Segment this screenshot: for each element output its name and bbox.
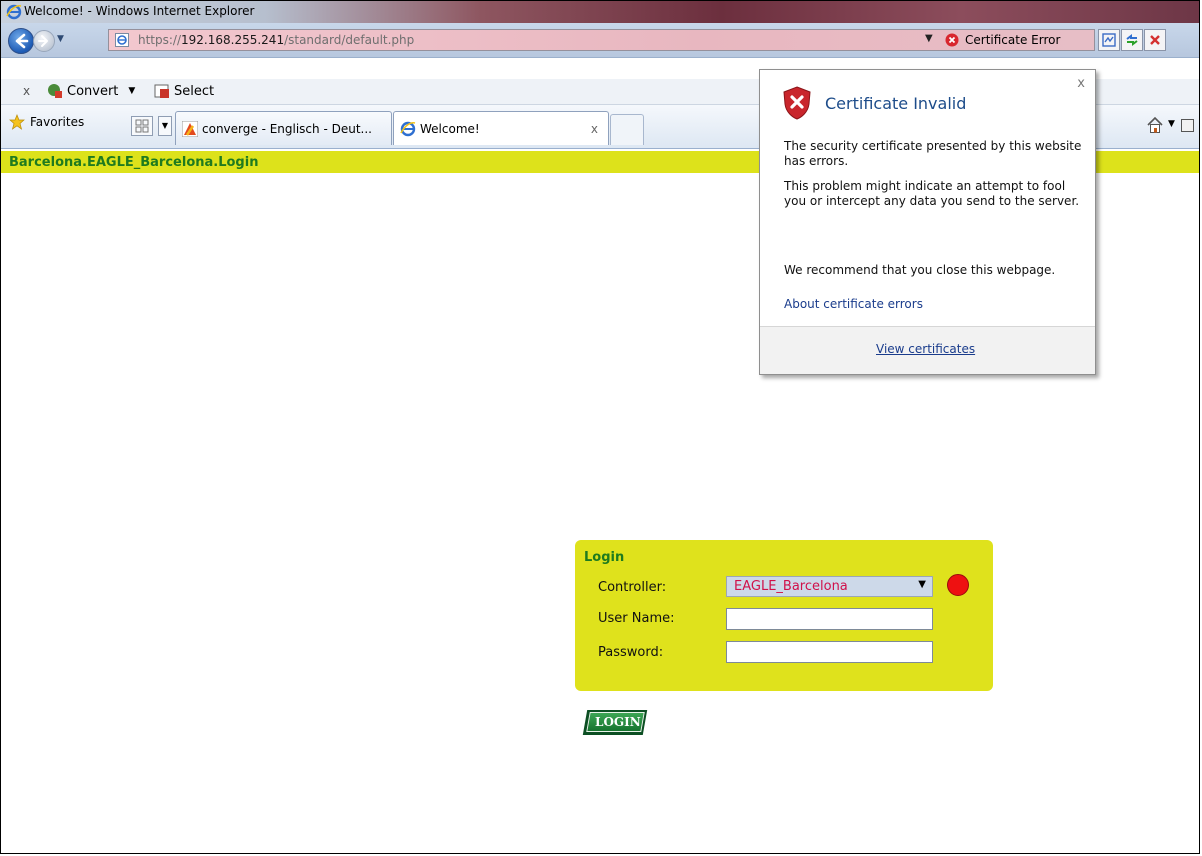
forward-button[interactable] [33, 30, 55, 52]
back-arrow-icon [15, 33, 29, 49]
stop-icon [1150, 35, 1160, 45]
address-dropdown[interactable]: ▼ [925, 33, 933, 44]
select-button[interactable]: Select [154, 83, 214, 99]
url-prefix: https:// [138, 33, 182, 47]
home-dropdown-icon[interactable]: ▼ [1168, 119, 1175, 129]
tab-label: Welcome! [420, 122, 480, 136]
controller-status-indicator [947, 574, 969, 596]
controller-label: Controller: [598, 580, 667, 595]
compatibility-view-button[interactable] [1098, 29, 1120, 51]
controller-value: EAGLE_Barcelona [734, 579, 848, 594]
controller-select[interactable]: EAGLE_Barcelona ▼ [726, 576, 933, 597]
about-certificate-errors-link[interactable]: About certificate errors [784, 297, 923, 311]
new-tab-button[interactable] [610, 114, 644, 145]
certificate-error-icon[interactable] [945, 33, 959, 47]
back-button[interactable] [8, 28, 34, 54]
login-button[interactable]: LOGIN [582, 710, 649, 735]
close-tab-icon[interactable]: x [591, 122, 598, 136]
refresh-icon [1126, 34, 1138, 46]
navigation-bar: ▼ https://192.168.255.241/standard/defau… [1, 23, 1199, 58]
convert-button[interactable]: Convert ▼ [47, 83, 135, 99]
tab-welcome[interactable]: Welcome! x [393, 111, 609, 145]
certificate-error-button[interactable]: Certificate Error [965, 33, 1060, 47]
popup-paragraph-1: The security certificate presented by th… [784, 139, 1082, 168]
url-path: /standard/default.php [284, 33, 415, 47]
popup-paragraph-2: This problem might indicate an attempt t… [784, 179, 1080, 208]
forward-arrow-icon [38, 35, 48, 47]
tab-list-dropdown[interactable]: ▼ [158, 116, 172, 136]
popup-footer: View certificates [760, 326, 1095, 374]
convert-dropdown-icon: ▼ [128, 86, 136, 96]
favorites-button[interactable]: Favorites [9, 114, 84, 130]
browser-window: Welcome! - Windows Internet Explorer ▼ h… [0, 0, 1200, 854]
close-toolbar-icon[interactable]: x [23, 84, 30, 98]
favorites-label: Favorites [30, 115, 85, 129]
stop-button[interactable] [1144, 29, 1166, 51]
favorites-star-icon [9, 114, 25, 130]
select-label: Select [174, 83, 215, 99]
ie-logo-icon [6, 4, 22, 20]
password-input[interactable] [726, 641, 933, 663]
login-title: Login [584, 550, 625, 565]
url-host: 192.168.255.241 [181, 33, 285, 47]
shield-error-icon [783, 86, 811, 120]
title-bar: Welcome! - Windows Internet Explorer [1, 1, 1199, 23]
view-certificates-link[interactable]: View certificates [876, 342, 975, 356]
quick-tabs-icon [135, 119, 149, 133]
username-input[interactable] [726, 608, 933, 630]
ie-page-icon [115, 33, 129, 47]
quick-tabs-button[interactable] [131, 116, 153, 136]
password-label: Password: [598, 645, 664, 660]
address-url[interactable]: https://192.168.255.241/standard/default… [138, 33, 414, 47]
username-label: User Name: [598, 611, 675, 626]
page-header: Barcelona.EAGLE_Barcelona.Login [9, 155, 259, 170]
address-bar[interactable]: https://192.168.255.241/standard/default… [108, 29, 1095, 51]
login-button-label: LOGIN [595, 715, 641, 729]
popup-title: Certificate Invalid [825, 94, 967, 113]
window-title: Welcome! - Windows Internet Explorer [24, 4, 255, 18]
certificate-error-popup: x Certificate Invalid The security certi… [759, 69, 1096, 375]
tab-label: converge - Englisch - Deut... [202, 122, 372, 136]
feeds-icon[interactable] [1181, 119, 1194, 132]
home-icon[interactable] [1145, 115, 1165, 135]
convert-icon [48, 84, 62, 98]
select-icon [154, 84, 169, 98]
convert-label: Convert [67, 83, 119, 99]
ie-logo-icon [400, 121, 416, 137]
refresh-button[interactable] [1121, 29, 1143, 51]
recent-pages-dropdown[interactable]: ▼ [57, 34, 64, 44]
converge-logo-icon [182, 121, 198, 137]
compatibility-icon [1102, 33, 1116, 47]
tab-converge[interactable]: converge - Englisch - Deut... [175, 111, 392, 145]
popup-paragraph-3: We recommend that you close this webpage… [784, 263, 1056, 277]
chevron-down-icon: ▼ [918, 579, 926, 590]
login-panel: Login Controller: EAGLE_Barcelona ▼ User… [575, 540, 993, 691]
close-popup-icon[interactable]: x [1077, 76, 1085, 91]
